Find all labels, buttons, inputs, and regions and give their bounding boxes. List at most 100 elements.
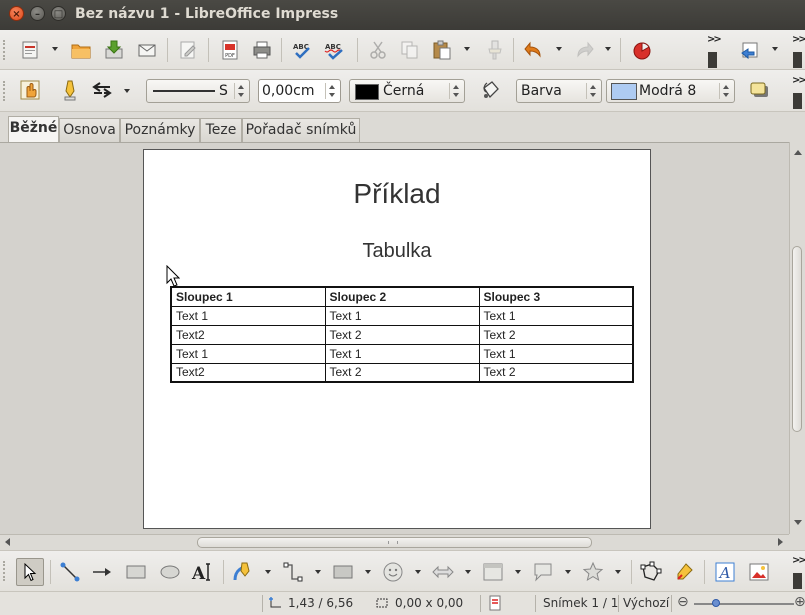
templates-icon[interactable] [18,38,42,62]
callout-icon[interactable] [531,560,555,584]
flowchart-dropdown-arrow[interactable] [515,570,523,576]
window-minimize-button[interactable]: – [30,6,45,21]
window-maximize-button[interactable]: □ [51,6,66,21]
rectangle-icon[interactable] [124,560,148,584]
scroll-right-icon[interactable] [778,538,783,546]
table-header-cell[interactable]: Sloupec 1 [170,286,326,307]
table-cell[interactable]: Text 2 [478,362,634,383]
tab-slide-sorter[interactable]: Pořadač snímků [242,118,360,142]
zoom-slider-thumb[interactable] [712,599,720,607]
arrow-line-icon[interactable] [90,560,114,584]
toolbar2-overflow-chevron[interactable]: >> [792,75,805,86]
chart-icon[interactable] [630,38,654,62]
paste-dropdown-arrow[interactable] [464,47,472,53]
undo-icon[interactable] [522,38,546,62]
table-cell[interactable]: Text 1 [324,305,480,326]
redo-dropdown-arrow[interactable] [605,47,613,53]
slide-layout-icon[interactable] [738,38,762,62]
horizontal-scroll-thumb[interactable] [197,537,592,548]
toolbar-overflow-handle[interactable] [708,52,717,68]
toolbar-grip[interactable] [3,561,9,581]
area-color-spin[interactable] [719,83,732,99]
document-modified-icon[interactable] [488,595,502,611]
tab-handout[interactable]: Teze [200,118,242,142]
arrow-style-dropdown-arrow[interactable] [124,89,132,95]
paste-icon[interactable] [430,38,454,62]
tab-normal[interactable]: Běžné [8,116,59,143]
line-style-combo[interactable]: S [146,79,250,103]
table-cell[interactable]: Text 1 [478,343,634,364]
table-cell[interactable]: Text2 [170,362,326,383]
select-icon[interactable] [16,558,44,586]
slide-layout-dropdown-arrow[interactable] [772,47,780,53]
slide-subtitle[interactable]: Tabulka [144,240,650,263]
points-icon[interactable] [639,560,663,584]
table-cell[interactable]: Text 1 [324,343,480,364]
table-cell[interactable]: Text 1 [170,343,326,364]
table-cell[interactable]: Text 2 [324,324,480,345]
scroll-up-icon[interactable] [794,150,802,155]
scroll-down-icon[interactable] [794,520,802,525]
copy-icon[interactable] [398,38,422,62]
table-cell[interactable]: Text 2 [478,324,634,345]
table-cell[interactable]: Text 2 [324,362,480,383]
scroll-left-icon[interactable] [5,538,10,546]
status-master-page[interactable]: Výchozí [623,596,669,610]
table-header-cell[interactable]: Sloupec 3 [478,286,634,307]
zoom-slider-track[interactable] [694,603,794,605]
ellipse-icon[interactable] [158,560,182,584]
line-width-field[interactable]: 0,00cm [258,79,341,103]
toolbar2-overflow-handle[interactable] [793,93,802,109]
tab-notes[interactable]: Poznámky [120,118,200,142]
area-color-combo[interactable]: Modrá 8 [606,79,735,103]
image-icon[interactable] [747,560,771,584]
symbol-shapes-icon[interactable] [381,560,405,584]
connector-icon[interactable] [281,560,305,584]
line-icon[interactable] [58,78,82,102]
undo-dropdown-arrow[interactable] [556,47,564,53]
toolbar-grip[interactable] [3,81,9,101]
horizontal-scrollbar[interactable] [0,534,789,550]
basic-shapes-icon[interactable] [331,560,355,584]
redo-icon[interactable] [572,38,596,62]
connector-dropdown-arrow[interactable] [315,570,323,576]
glue-points-icon[interactable] [673,560,697,584]
zoom-in-icon[interactable]: ⊕ [794,594,805,610]
area-icon[interactable] [478,78,502,102]
toolbar-overflow-chevron-2[interactable]: >> [792,34,805,45]
export-pdf-icon[interactable]: PDF [218,38,242,62]
table-cell[interactable]: Text 1 [478,305,634,326]
area-style-combo[interactable]: Barva [516,79,602,103]
open-icon[interactable] [69,38,93,62]
edit-file-icon[interactable] [176,38,200,62]
print-icon[interactable] [250,38,274,62]
vertical-scroll-thumb[interactable] [792,246,802,432]
window-close-button[interactable]: × [9,6,24,21]
drawbar-overflow-handle[interactable] [793,573,802,589]
line-draw-icon[interactable] [58,560,82,584]
symbol-shapes-dropdown-arrow[interactable] [415,570,423,576]
save-icon[interactable] [102,38,126,62]
block-arrows-dropdown-arrow[interactable] [465,570,473,576]
text-icon[interactable]: A [190,560,214,584]
autospell-icon[interactable]: ABC [322,38,346,62]
basic-shapes-dropdown-arrow[interactable] [365,570,373,576]
shadow-icon[interactable] [747,78,771,102]
fontwork-icon[interactable]: A [713,560,737,584]
slide-canvas[interactable]: Příklad Tabulka Sloupec 1 Sloupec 2 Slou… [143,149,651,529]
hand-select-icon[interactable] [18,78,42,102]
zoom-out-icon[interactable]: ⊖ [677,594,689,610]
toolbar-overflow-chevron[interactable]: >> [707,34,722,45]
toolbar-grip[interactable] [3,40,9,60]
line-color-spin[interactable] [449,83,462,99]
area-style-spin[interactable] [586,83,599,99]
curve-dropdown-arrow[interactable] [265,570,273,576]
callout-dropdown-arrow[interactable] [565,570,573,576]
slide-table[interactable]: Sloupec 1 Sloupec 2 Sloupec 3 Text 1 Tex… [170,286,634,383]
clone-format-icon[interactable] [482,38,506,62]
stars-icon[interactable] [581,560,605,584]
toolbar-overflow-handle-2[interactable] [793,52,802,68]
arrow-style-icon[interactable] [90,78,114,102]
spellcheck-icon[interactable]: ABC [290,38,314,62]
table-cell[interactable]: Text2 [170,324,326,345]
